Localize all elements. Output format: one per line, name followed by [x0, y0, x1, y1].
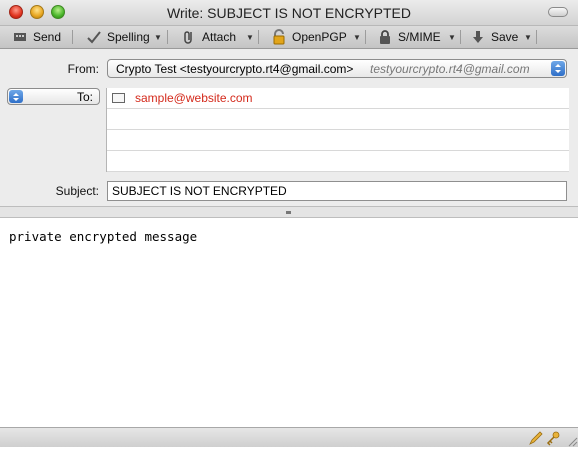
- openpgp-label: OpenPGP: [292, 30, 347, 44]
- key-icon: [545, 430, 561, 449]
- recipient-row-empty[interactable]: [107, 151, 569, 172]
- smime-button[interactable]: S/MIME: [377, 26, 441, 48]
- toolbar-toggle-button[interactable]: [548, 7, 568, 17]
- to-label: To:: [76, 90, 93, 104]
- save-label: Save: [491, 30, 519, 44]
- spelling-icon: [86, 29, 102, 45]
- subject-input[interactable]: SUBJECT IS NOT ENCRYPTED: [107, 181, 567, 201]
- send-label: Send: [33, 30, 62, 44]
- message-text: private encrypted message: [9, 229, 198, 244]
- attach-dropdown-icon[interactable]: ▼: [246, 26, 254, 48]
- status-bar: [0, 427, 578, 447]
- toolbar-separator: [365, 30, 366, 44]
- pencil-icon: [528, 430, 544, 449]
- toolbar-separator: [460, 30, 461, 44]
- recipient-row-empty[interactable]: [107, 130, 569, 151]
- send-button[interactable]: Send: [12, 26, 61, 48]
- openpgp-dropdown-icon[interactable]: ▼: [353, 26, 361, 48]
- save-icon: [470, 29, 486, 45]
- subject-value: SUBJECT IS NOT ENCRYPTED: [112, 184, 287, 198]
- from-select-stepper-icon: [551, 61, 565, 76]
- recipient-row-empty[interactable]: [107, 109, 569, 130]
- send-icon: [12, 29, 28, 45]
- openpgp-button[interactable]: OpenPGP: [271, 26, 347, 48]
- attach-icon: [181, 29, 197, 45]
- status-icons: [528, 430, 562, 446]
- subject-label: Subject:: [55, 184, 99, 198]
- recipient-address[interactable]: sample@website.com: [135, 91, 253, 105]
- from-identity: Crypto Test <testyourcrypto.rt4@gmail.co…: [116, 62, 354, 76]
- spelling-dropdown-icon[interactable]: ▼: [154, 26, 162, 48]
- toolbar-separator: [167, 30, 168, 44]
- toolbar-separator: [258, 30, 259, 44]
- recipient-type-stepper-icon: [9, 90, 23, 103]
- spelling-label: Spelling: [107, 30, 150, 44]
- window-title: Write: SUBJECT IS NOT ENCRYPTED: [166, 5, 411, 21]
- from-label: From:: [67, 62, 99, 76]
- recipient-type-select[interactable]: To:: [7, 88, 100, 105]
- from-select[interactable]: Crypto Test <testyourcrypto.rt4@gmail.co…: [107, 59, 567, 78]
- openpgp-icon: [271, 29, 287, 45]
- save-button[interactable]: Save: [470, 26, 518, 48]
- address-card-icon: [112, 93, 125, 103]
- smime-dropdown-icon[interactable]: ▼: [448, 26, 456, 48]
- splitter-grip-icon: [286, 211, 291, 214]
- from-account: testyourcrypto.rt4@gmail.com: [370, 62, 530, 76]
- toolbar-separator: [72, 30, 73, 44]
- recipient-list[interactable]: sample@website.com: [106, 88, 569, 172]
- recipient-row[interactable]: sample@website.com: [107, 88, 569, 109]
- smime-icon: [377, 29, 393, 45]
- resize-grip-icon[interactable]: [566, 435, 578, 447]
- title-bar: Write: SUBJECT IS NOT ENCRYPTED: [0, 0, 578, 26]
- smime-label: S/MIME: [398, 30, 441, 44]
- compose-toolbar: Send Spelling ▼ Attach ▼ OpenPGP ▼ S/MIM…: [0, 26, 578, 49]
- compose-header: From: Crypto Test <testyourcrypto.rt4@gm…: [0, 49, 578, 206]
- message-body[interactable]: private encrypted message: [0, 219, 578, 427]
- spelling-button[interactable]: Spelling: [86, 26, 150, 48]
- header-body-splitter[interactable]: [0, 206, 578, 218]
- attach-label: Attach: [202, 30, 237, 44]
- toolbar-separator: [536, 30, 537, 44]
- attach-button[interactable]: Attach: [181, 26, 236, 48]
- save-dropdown-icon[interactable]: ▼: [524, 26, 532, 48]
